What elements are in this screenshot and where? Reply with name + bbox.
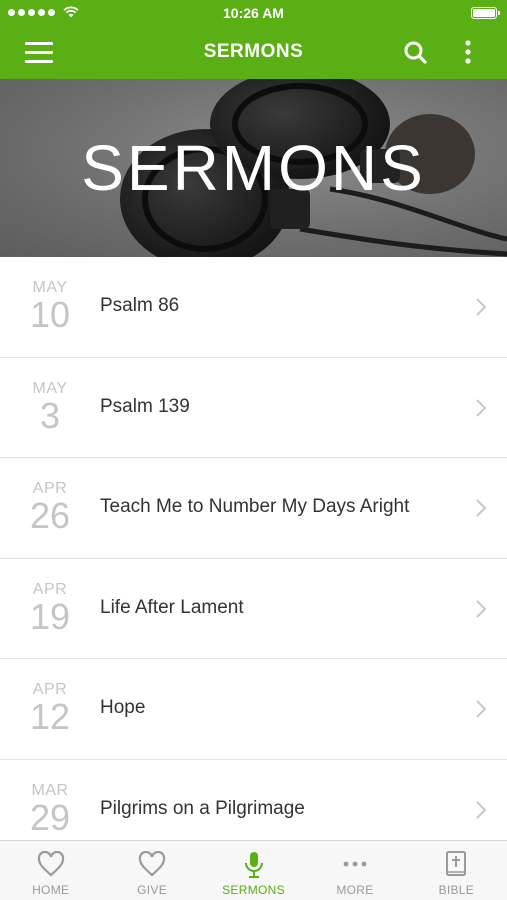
tab-home[interactable]: HOME xyxy=(0,841,101,900)
sermon-date: APR 19 xyxy=(0,581,100,635)
chevron-right-icon xyxy=(476,499,487,517)
tab-label: MORE xyxy=(336,883,374,897)
sermon-title: Life After Lament xyxy=(100,596,244,618)
tab-give[interactable]: GIVE xyxy=(101,841,202,900)
search-icon[interactable] xyxy=(402,39,430,67)
sermon-day: 29 xyxy=(29,796,71,838)
heart-icon xyxy=(37,851,64,877)
chevron-right-icon xyxy=(476,298,487,316)
tab-label: SERMONS xyxy=(222,883,285,897)
bottom-tab-bar: HOME GIVE SERMONS MORE BIBLE xyxy=(0,840,507,900)
status-time: 10:26 AM xyxy=(223,5,284,21)
sermon-title: Pilgrims on a Pilgrimage xyxy=(100,797,305,819)
sermon-title: Psalm 86 xyxy=(100,295,180,316)
page-title: SERMONS xyxy=(203,41,304,62)
tab-more[interactable]: MORE xyxy=(304,841,405,900)
more-options-icon[interactable] xyxy=(460,39,476,67)
tab-bible[interactable]: BIBLE xyxy=(406,841,507,900)
sermon-row[interactable]: APR 19 Life After Lament xyxy=(0,558,507,659)
sermon-title: Psalm 139 xyxy=(100,395,190,417)
chevron-right-icon xyxy=(476,398,487,417)
tab-sermons[interactable]: SERMONS xyxy=(203,841,304,900)
sermon-day: 26 xyxy=(29,495,71,536)
sermon-row[interactable]: MAR 29 Pilgrims on a Pilgrimage xyxy=(0,759,507,840)
top-nav-bar: SERMONS xyxy=(0,27,507,79)
sermon-date: MAY 3 xyxy=(0,380,100,434)
hero-title: SERMONS xyxy=(81,132,426,204)
heart-icon xyxy=(138,851,166,877)
sermon-day: 19 xyxy=(29,595,71,637)
battery-icon xyxy=(471,7,500,19)
sermon-list: MAY 10 Psalm 86 MAY 3 Psalm 139 APR 26 T… xyxy=(0,257,507,840)
sermon-date: MAR 29 xyxy=(0,782,100,836)
sermon-row[interactable]: APR 26 Teach Me to Number My Days Aright xyxy=(0,458,507,559)
sermon-day: 12 xyxy=(29,696,71,737)
sermon-row[interactable]: APR 12 Hope xyxy=(0,659,507,760)
sermon-date: APR 26 xyxy=(0,480,100,534)
sermon-title: Teach Me to Number My Days Aright xyxy=(100,496,410,517)
bible-icon xyxy=(446,851,467,876)
sermon-day: 3 xyxy=(39,394,61,436)
sermon-day: 10 xyxy=(29,294,71,335)
tab-label: BIBLE xyxy=(438,883,475,897)
tab-label: GIVE xyxy=(137,883,168,897)
chevron-right-icon xyxy=(476,599,487,618)
microphone-icon xyxy=(244,852,263,878)
sermon-title: Hope xyxy=(100,697,146,718)
hero-banner: SERMONS xyxy=(0,79,507,257)
chevron-right-icon xyxy=(476,700,487,718)
sermon-row[interactable]: MAY 3 Psalm 139 xyxy=(0,357,507,458)
sermon-date: APR 12 xyxy=(0,681,100,735)
sermon-date: MAY 10 xyxy=(0,279,100,333)
sermon-row[interactable]: MAY 10 Psalm 86 xyxy=(0,257,507,358)
more-dots-icon xyxy=(343,861,367,867)
status-bar: 10:26 AM xyxy=(0,0,507,27)
chevron-right-icon xyxy=(476,800,487,819)
tab-label: HOME xyxy=(32,883,70,897)
